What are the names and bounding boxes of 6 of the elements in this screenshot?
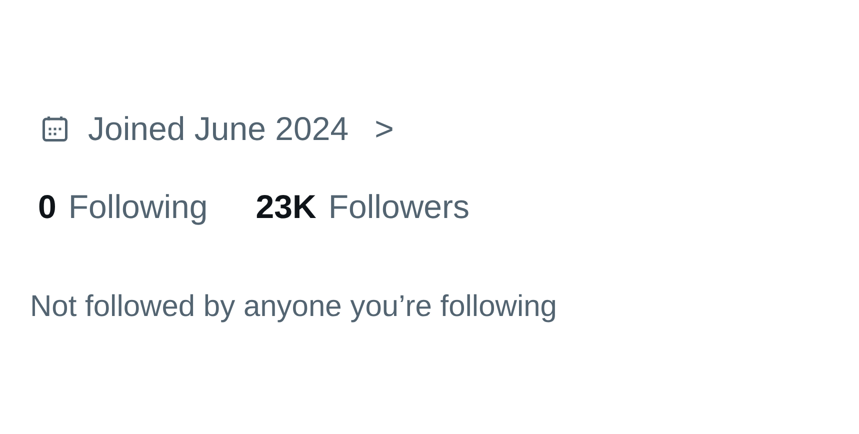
followed-by-note: Not followed by anyone you’re following: [30, 290, 558, 324]
joined-date: Joined June 2024: [88, 110, 349, 148]
follow-stat-link[interactable]: 0 Following: [38, 188, 208, 226]
calendar-icon: [40, 114, 70, 144]
follow-stat-link[interactable]: 23K Followers: [256, 188, 470, 226]
chevron-button[interactable]: >: [374, 110, 394, 148]
